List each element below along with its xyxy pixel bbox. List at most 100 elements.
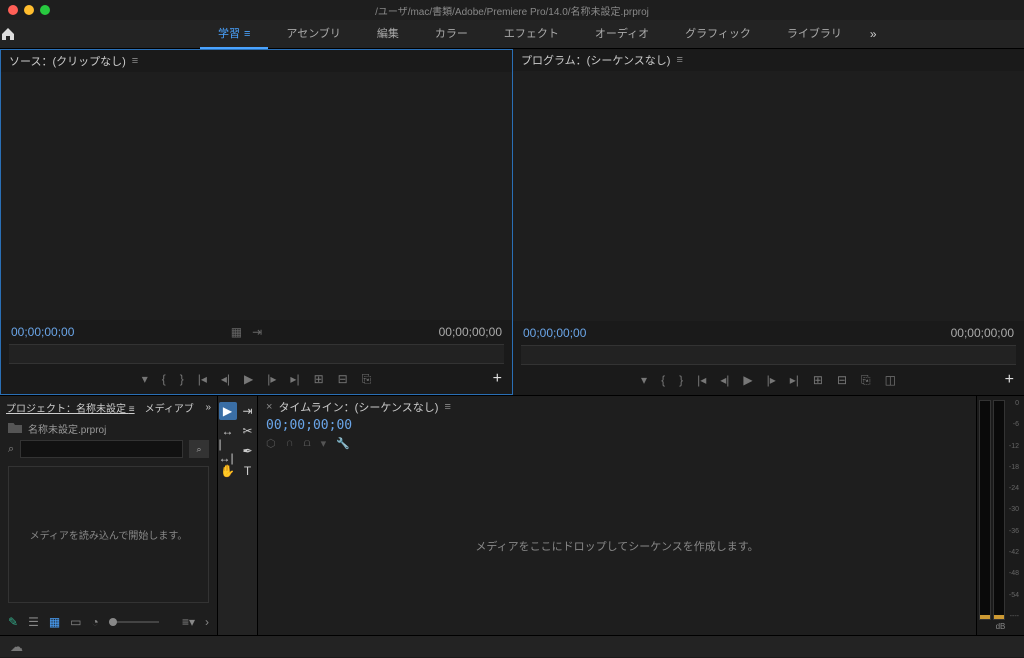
cloud-sync-icon[interactable]: ☁ (10, 639, 23, 655)
source-transport: ▾ { } |◂ ◂| ▶ |▸ ▸| ⊞ ⊟ ⎘ + (1, 364, 512, 394)
hand-tool-icon[interactable]: ✋ (219, 462, 237, 480)
program-mini-timeline[interactable] (521, 345, 1016, 365)
export-frame-icon[interactable]: ⎘ (362, 372, 372, 387)
in-bracket-icon[interactable]: { (162, 372, 166, 386)
program-header: プログラム：(シーケンスなし) ≡ (513, 49, 1024, 71)
magnet-icon[interactable]: ∩ (286, 437, 294, 450)
compare-icon[interactable]: ◫ (885, 373, 896, 387)
add-button-icon[interactable]: + (493, 370, 502, 388)
step-fwd-icon[interactable]: |▸ (767, 373, 776, 387)
chevron-right-icon[interactable]: › (205, 615, 209, 629)
program-transport: ▾ { } |◂ ◂| ▶ |▸ ▸| ⊞ ⊟ ⎘ ◫ + (513, 365, 1024, 395)
step-fwd-icon[interactable]: |▸ (267, 372, 276, 386)
search-button[interactable]: ⌕ (189, 440, 209, 458)
zoom-icon[interactable]: ⇥ (252, 325, 262, 339)
sort-menu-icon[interactable]: ≡▾ (182, 615, 195, 629)
marker-icon[interactable]: ▾ (641, 373, 647, 387)
project-dropzone[interactable]: メディアを読み込んで開始します。 (8, 466, 209, 603)
tab-project[interactable]: プロジェクト：名称未設定 ≡ (6, 400, 135, 415)
freeform-view-icon[interactable]: ▭ (70, 615, 81, 629)
in-bracket-icon[interactable]: { (661, 373, 665, 387)
project-tabs-more[interactable]: » (205, 402, 211, 413)
program-tc-in[interactable]: 00;00;00;00 (523, 326, 586, 340)
program-viewport[interactable] (513, 71, 1024, 321)
source-header: ソース：(クリップなし) ≡ (1, 50, 512, 72)
project-search-input[interactable] (20, 440, 183, 458)
lift-icon[interactable]: ⊞ (813, 373, 823, 387)
workspace-tabs: 学習≡ アセンブリ 編集 カラー エフェクト オーディオ グラフィック ライブラ… (200, 20, 860, 49)
close-icon[interactable]: × (266, 401, 272, 413)
marker-add-icon[interactable]: ▾ (321, 437, 327, 450)
go-out-icon[interactable]: ▸| (290, 372, 299, 386)
pen-tool-icon[interactable]: ✒ (239, 442, 257, 460)
source-viewport[interactable] (1, 72, 512, 320)
program-timecode-row: 00;00;00;00 00;00;00;00 (513, 321, 1024, 345)
project-panel: プロジェクト：名称未設定 ≡ メディアブ » 名称未設定.prproj ⌕ ⌕ … (0, 396, 218, 635)
linked-selection-icon[interactable]: ⩍ (304, 437, 311, 450)
export-frame-icon[interactable]: ⎘ (861, 373, 871, 388)
workspace-tab-effects[interactable]: エフェクト (486, 20, 577, 49)
step-back-icon[interactable]: ◂| (221, 372, 230, 386)
hamburger-icon[interactable]: ≡ (132, 55, 138, 67)
source-timecode-row: 00;00;00;00 ▦ ⇥ 00;00;00;00 (1, 320, 512, 344)
workspace-tab-graphics[interactable]: グラフィック (667, 20, 769, 49)
add-button-icon[interactable]: + (1005, 371, 1014, 389)
timeline-title: タイムライン：(シーケンスなし) (278, 399, 438, 415)
out-bracket-icon[interactable]: } (180, 372, 184, 386)
timeline-panel: × タイムライン：(シーケンスなし) ≡ 00;00;00;00 ⬡ ∩ ⩍ ▾… (258, 396, 976, 635)
thumb-size-slider[interactable] (109, 621, 159, 623)
marker-icon[interactable]: ▾ (142, 372, 148, 386)
tab-media-browser[interactable]: メディアブ (145, 400, 194, 415)
sort-icon[interactable]: ◔ (92, 615, 99, 629)
insert-icon[interactable]: ⊞ (314, 372, 324, 386)
workspace-tab-editing[interactable]: 編集 (359, 20, 417, 49)
razor-tool-icon[interactable]: ✂ (239, 422, 257, 440)
slip-tool-icon[interactable]: |↔| (219, 442, 237, 460)
selection-tool-icon[interactable]: ▶ (219, 402, 237, 420)
workspace-tab-color[interactable]: カラー (417, 20, 486, 49)
audio-meter-right (993, 400, 1005, 620)
audio-meter-label: dB (979, 620, 1022, 631)
audio-meter-scale: 0-6-12 -18-24-30 -36-42-48 -54---- (1007, 400, 1021, 620)
workspace-bar: 学習≡ アセンブリ 編集 カラー エフェクト オーディオ グラフィック ライブラ… (0, 20, 1024, 49)
go-in-icon[interactable]: |◂ (198, 372, 207, 386)
source-monitor: ソース：(クリップなし) ≡ 00;00;00;00 ▦ ⇥ 00;00;00;… (0, 49, 513, 395)
overwrite-icon[interactable]: ⊟ (338, 372, 348, 386)
program-tc-out[interactable]: 00;00;00;00 (951, 326, 1014, 340)
workspace-tab-audio[interactable]: オーディオ (577, 20, 667, 49)
project-tabs: プロジェクト：名称未設定 ≡ メディアブ » (0, 396, 217, 418)
out-bracket-icon[interactable]: } (679, 373, 683, 387)
workspace-tab-learning[interactable]: 学習≡ (200, 20, 268, 49)
wrench-icon[interactable]: 🔧 (336, 437, 350, 450)
project-empty-message: メディアを読み込んで開始します。 (30, 527, 188, 542)
workspace-more-button[interactable]: » (860, 27, 887, 41)
source-mini-timeline[interactable] (9, 344, 504, 364)
extract-icon[interactable]: ⊟ (837, 373, 847, 387)
play-icon[interactable]: ▶ (244, 372, 253, 386)
go-in-icon[interactable]: |◂ (697, 373, 706, 387)
fit-icon[interactable]: ▦ (231, 325, 242, 339)
step-back-icon[interactable]: ◂| (720, 373, 729, 387)
bin-icon (8, 423, 22, 433)
home-button[interactable] (0, 27, 40, 41)
workspace-tab-libraries[interactable]: ライブラリ (769, 20, 860, 49)
type-tool-icon[interactable]: T (239, 462, 257, 480)
track-select-tool-icon[interactable]: ⇥ (239, 402, 257, 420)
titlebar: /ユーザ/mac/書類/Adobe/Premiere Pro/14.0/名称未設… (0, 0, 1024, 20)
lower-row: プロジェクト：名称未設定 ≡ メディアブ » 名称未設定.prproj ⌕ ⌕ … (0, 395, 1024, 635)
go-out-icon[interactable]: ▸| (790, 373, 799, 387)
source-tc-in[interactable]: 00;00;00;00 (11, 325, 74, 339)
timeline-dropzone[interactable]: メディアをここにドロップしてシーケンスを作成します。 (258, 456, 976, 635)
write-icon[interactable]: ✎ (8, 615, 18, 629)
hamburger-icon[interactable]: ≡ (444, 401, 450, 413)
project-search-row: ⌕ ⌕ (0, 438, 217, 460)
icon-view-icon[interactable]: ▦ (49, 615, 60, 629)
source-tc-out[interactable]: 00;00;00;00 (439, 325, 502, 339)
play-icon[interactable]: ▶ (743, 373, 752, 387)
timeline-timecode[interactable]: 00;00;00;00 (266, 418, 968, 433)
snap-icon[interactable]: ⬡ (266, 437, 276, 450)
hamburger-icon[interactable]: ≡ (676, 54, 682, 66)
project-footer: ✎ ☰ ▦ ▭ ◔ ≡▾ › (0, 609, 217, 635)
workspace-tab-assembly[interactable]: アセンブリ (268, 20, 358, 49)
list-view-icon[interactable]: ☰ (28, 615, 39, 629)
